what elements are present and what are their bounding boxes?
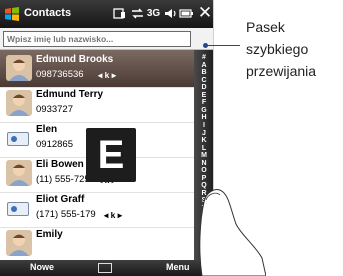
- sync-icon[interactable]: [130, 6, 145, 21]
- title-bar: Contacts 3G ✕: [0, 0, 213, 28]
- volume-icon[interactable]: [163, 6, 178, 21]
- contact-row[interactable]: Emily: [0, 225, 194, 263]
- phone-type-selector[interactable]: ◂ k ▸: [104, 210, 122, 221]
- contact-photo-icon: [6, 160, 32, 186]
- phone-screen: Contacts 3G ✕ Edmund Brooks 098736536 ◂ k …: [0, 0, 214, 276]
- scroll-letter[interactable]: J: [194, 130, 213, 138]
- callout-label: Pasek szybkiego przewijania: [246, 16, 341, 82]
- contact-name: Emily: [36, 229, 63, 240]
- windows-flag-icon[interactable]: [4, 6, 20, 22]
- scroll-letter[interactable]: D: [194, 84, 213, 92]
- chevron-left-icon[interactable]: ◂: [104, 210, 111, 220]
- contact-phone: (171) 555-179: [36, 209, 96, 220]
- contact-phone: 0933727: [36, 104, 73, 115]
- new-softkey[interactable]: Nowe: [30, 262, 54, 272]
- connectivity-icon[interactable]: [112, 6, 127, 21]
- finger-illustration: [199, 189, 266, 276]
- search-input[interactable]: [3, 31, 191, 47]
- scroll-letter[interactable]: E: [194, 92, 213, 100]
- search-bar: [0, 28, 213, 50]
- menu-softkey[interactable]: Menu: [166, 262, 190, 272]
- scroll-letter[interactable]: G: [194, 107, 213, 115]
- contact-photo-icon: [6, 90, 32, 116]
- contact-photo-icon: [6, 230, 32, 256]
- contact-row[interactable]: Edmund Terry 0933727: [0, 85, 194, 123]
- scroll-letter[interactable]: #: [194, 54, 213, 62]
- contact-row[interactable]: Edmund Brooks 098736536 ◂ k ▸: [0, 50, 194, 88]
- chevron-left-icon[interactable]: ◂: [98, 70, 105, 80]
- contact-name: Eli Bowen: [36, 159, 84, 170]
- scroll-letter[interactable]: I: [194, 122, 213, 130]
- contact-phone: (11) 555-725: [36, 174, 90, 185]
- contact-name: Elen: [36, 124, 58, 135]
- scroll-letter[interactable]: C: [194, 77, 213, 85]
- contact-phone: 0912865: [36, 139, 73, 150]
- scroll-letter[interactable]: F: [194, 99, 213, 107]
- contact-name: Edmund Terry: [36, 89, 104, 100]
- battery-icon[interactable]: [179, 6, 194, 21]
- letter-popup: E: [86, 128, 136, 182]
- callout-line-1: Pasek: [246, 19, 285, 35]
- phone-type-selector[interactable]: ◂ k ▸: [98, 70, 116, 81]
- callout-line: [206, 45, 240, 46]
- app-title: Contacts: [24, 7, 72, 19]
- chevron-right-icon[interactable]: ▸: [109, 70, 116, 80]
- scroll-letter[interactable]: H: [194, 114, 213, 122]
- contact-photo-icon: [6, 55, 32, 81]
- callout-line-3: przewijania: [246, 63, 317, 79]
- contact-row[interactable]: Eliot Graff (171) 555-179 ◂ k ▸: [0, 190, 194, 228]
- signal-3g-icon[interactable]: 3G: [146, 6, 161, 21]
- contact-card-icon: [7, 132, 29, 146]
- scroll-letter[interactable]: A: [194, 62, 213, 70]
- keyboard-icon[interactable]: [98, 263, 112, 273]
- contact-name: Eliot Graff: [36, 194, 85, 205]
- contact-name: Edmund Brooks: [36, 54, 114, 65]
- close-icon[interactable]: ✕: [197, 4, 213, 22]
- chevron-right-icon[interactable]: ▸: [115, 210, 122, 220]
- scroll-letter[interactable]: B: [194, 69, 213, 77]
- callout-line-2: szybkiego: [246, 41, 309, 57]
- contact-card-icon: [7, 202, 29, 216]
- contact-phone: 098736536: [36, 69, 84, 80]
- softkey-bar: Nowe Menu: [0, 260, 213, 276]
